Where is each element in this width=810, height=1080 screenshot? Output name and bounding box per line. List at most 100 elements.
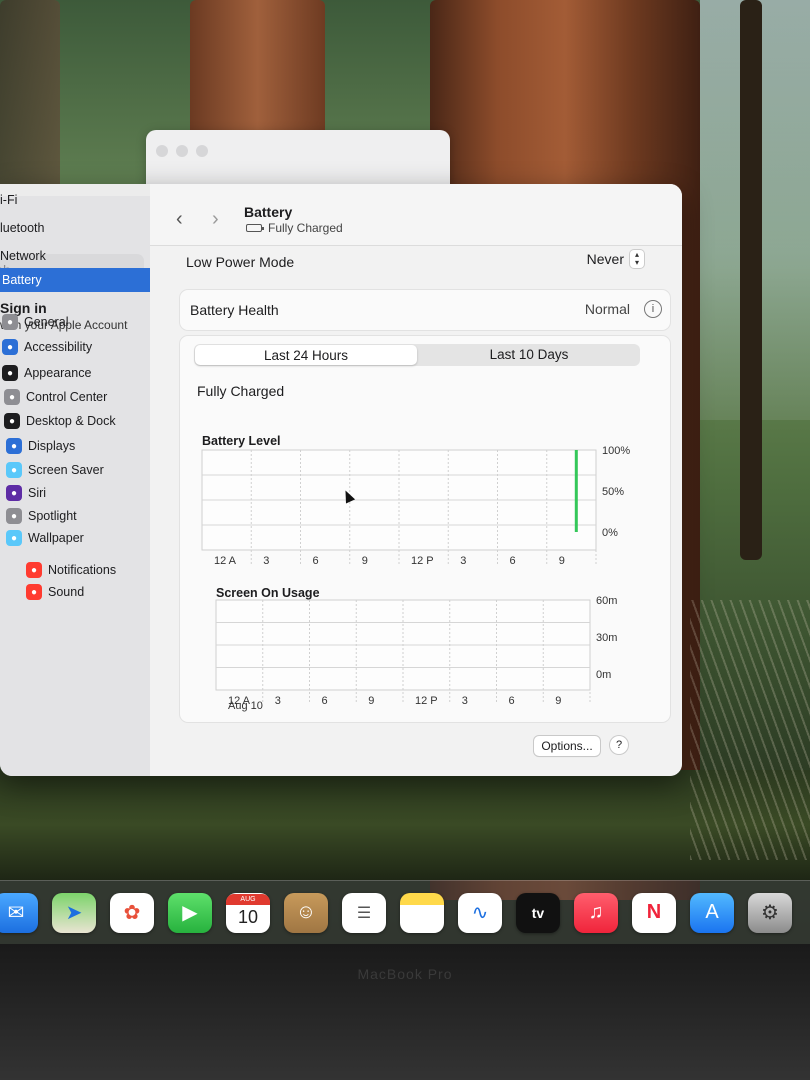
mail-icon[interactable]: ✉ — [0, 892, 38, 933]
background-grass — [0, 770, 810, 880]
sidebar-item-label: Network — [0, 249, 46, 263]
sidebar-item-sound[interactable]: ● Sound — [26, 580, 84, 604]
x-tick-label: 12 A — [214, 555, 237, 567]
siri-icon: ● — [6, 485, 22, 501]
options-button[interactable]: Options... — [534, 736, 600, 756]
music-icon[interactable]: ♫ — [574, 892, 618, 933]
sidebar-item-label: Control Center — [26, 390, 108, 404]
sidebar-item-label: Spotlight — [28, 509, 77, 523]
sidebar-item-wifi[interactable]: i-Fi — [0, 188, 17, 212]
screen-usage-chart-title: Screen On Usage — [216, 586, 320, 600]
gear-icon: ● — [2, 314, 18, 330]
calendar-day: 10 — [237, 906, 259, 927]
x-tick-label: 3 — [460, 555, 466, 567]
close-button[interactable] — [156, 145, 168, 157]
x-tick-label: 9 — [368, 695, 374, 707]
reminders-icon[interactable]: ☰ — [342, 892, 386, 933]
sidebar-item-label: Displays — [28, 439, 76, 453]
sidebar-item-label: Screen Saver — [28, 463, 104, 477]
y-tick-label: 0% — [602, 527, 618, 539]
notes-icon[interactable] — [400, 892, 444, 933]
sidebar-item-label: Siri — [28, 486, 47, 500]
sidebar-item-control-center[interactable]: ● Control Center — [4, 385, 107, 409]
contacts-icon[interactable]: ☺ — [284, 892, 328, 933]
maps-icon[interactable]: ➤ — [52, 892, 96, 933]
background-tree — [190, 0, 325, 140]
sidebar-item-accessibility[interactable]: ● Accessibility — [2, 335, 92, 359]
system-settings-icon[interactable]: ⚙ — [748, 892, 792, 933]
charge-status-text: Fully Charged — [197, 383, 285, 399]
window-controls[interactable] — [156, 145, 208, 157]
sidebar-item-label: Sound — [48, 585, 85, 599]
forward-button[interactable]: › — [212, 208, 219, 231]
sidebar-item-screensaver[interactable]: ● Screen Saver — [6, 458, 104, 482]
sidebar-item-network[interactable]: Network — [0, 244, 46, 268]
x-tick-label: 3 — [275, 695, 281, 707]
sidebar-item-battery[interactable]: Battery — [0, 268, 162, 292]
laptop-bezel: MacBook Pro — [0, 944, 810, 1080]
page-subtitle: Fully Charged — [246, 221, 343, 235]
sidebar-item-label: i-Fi — [0, 193, 18, 207]
screensaver-icon: ● — [6, 462, 22, 478]
tab-last-24-hours[interactable]: Last 24 Hours — [195, 345, 417, 365]
charge-status-label: Fully Charged — [268, 221, 343, 235]
info-icon[interactable]: i — [644, 300, 662, 318]
battery-health-value: Normal — [584, 301, 630, 317]
facetime-icon[interactable]: ▶ — [168, 892, 212, 933]
x-tick-label: 6 — [509, 695, 515, 707]
battery-level-chart-svg: 12 A 3 6 9 12 P 3 6 9 100% 50% 0% — [201, 445, 630, 567]
chart-date-label: Aug 10 — [228, 700, 263, 712]
y-tick-label: 50% — [602, 486, 624, 498]
spotlight-icon: ● — [6, 508, 22, 524]
accessibility-icon: ● — [2, 339, 18, 355]
app-store-icon[interactable]: A — [690, 892, 734, 933]
screen-usage-chart-svg: 12 A 3 6 9 12 P 3 6 960m30m0m — [215, 595, 617, 707]
zoom-button[interactable] — [196, 145, 208, 157]
help-button[interactable]: ? — [610, 736, 628, 754]
sidebar-item-appearance[interactable]: ● Appearance — [2, 361, 91, 385]
x-tick-label: 3 — [462, 695, 468, 707]
toolbar: ‹ › Battery Fully Charged — [150, 184, 682, 246]
sidebar-item-notifications[interactable]: ● Notifications — [26, 558, 116, 582]
sidebar-item-label: Accessibility — [24, 340, 93, 354]
back-button[interactable]: ‹ — [176, 208, 183, 231]
battery-icon — [246, 224, 264, 232]
system-settings-window: ch Sign in with your Apple Account i-Fil… — [0, 184, 682, 776]
sidebar-item-label: Appearance — [24, 366, 92, 380]
x-tick-label: 12 P — [415, 695, 438, 707]
sidebar-item-bluetooth[interactable]: luetooth — [0, 216, 44, 240]
x-tick-label: 3 — [263, 555, 269, 567]
photos-icon[interactable]: ✿ — [110, 892, 154, 933]
minimize-button[interactable] — [176, 145, 188, 157]
sidebar-item-label: General — [24, 315, 69, 329]
displays-icon: ● — [6, 438, 22, 454]
calendar-month: AUG — [226, 893, 270, 905]
y-tick-label: 0m — [596, 669, 611, 681]
sidebar-item-gear[interactable]: ● General — [2, 310, 68, 334]
wallpaper-icon: ● — [6, 530, 22, 546]
x-tick-label: 9 — [555, 695, 561, 707]
x-tick-label: 12 P — [411, 555, 434, 567]
y-tick-label: 60m — [596, 595, 617, 607]
news-icon[interactable]: N — [632, 892, 676, 933]
bezel-label: MacBook Pro — [357, 966, 453, 982]
low-power-mode-select[interactable]: Never ▴ ▾ — [587, 250, 644, 268]
sidebar-item-label: Wallpaper — [28, 531, 84, 545]
battery-level-chart-title: Battery Level — [202, 434, 281, 448]
apple-tv-icon[interactable]: tv — [516, 892, 560, 933]
y-tick-label: 100% — [602, 445, 630, 457]
x-tick-label: 6 — [510, 555, 516, 567]
dock-icon: ● — [4, 413, 20, 429]
freeform-icon[interactable]: ∿ — [458, 892, 502, 933]
sidebar-item-displays[interactable]: ● Displays — [6, 434, 75, 458]
battery-health-label: Battery Health — [190, 302, 279, 318]
chevron-updown-icon: ▴ ▾ — [630, 250, 644, 268]
sidebar-item-siri[interactable]: ● Siri — [6, 481, 46, 505]
sidebar-item-dock[interactable]: ● Desktop & Dock — [4, 409, 116, 433]
calendar-icon[interactable]: AUG 10 — [226, 892, 270, 933]
tab-last-10-days[interactable]: Last 10 Days — [418, 344, 640, 366]
notifications-icon: ● — [26, 562, 42, 578]
sidebar-item-wallpaper[interactable]: ● Wallpaper — [6, 526, 84, 550]
sidebar-item-label: Desktop & Dock — [26, 414, 116, 428]
sidebar-item-spotlight[interactable]: ● Spotlight — [6, 504, 77, 528]
